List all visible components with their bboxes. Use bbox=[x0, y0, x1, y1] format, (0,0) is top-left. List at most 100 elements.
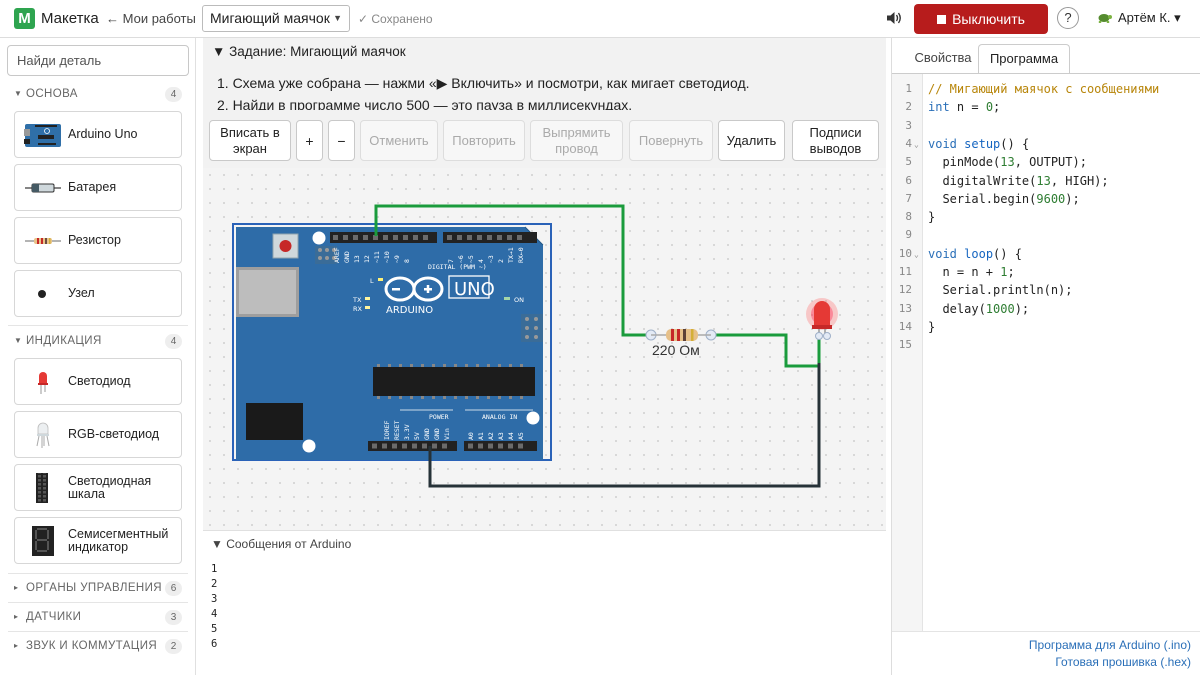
wire-signal-led[interactable] bbox=[708, 333, 821, 368]
power-analog-pin-label: A4 bbox=[507, 432, 515, 440]
category-count: 3 bbox=[165, 610, 182, 625]
project-name: Мигающий маячок bbox=[210, 10, 330, 26]
straighten-wire-button[interactable]: Выпрямить провод bbox=[530, 120, 623, 161]
part-label: Резистор bbox=[68, 233, 121, 247]
led-component[interactable] bbox=[806, 298, 838, 340]
code-line[interactable]: 11 n = n + 1; bbox=[892, 263, 1200, 281]
line-number: 2 bbox=[905, 100, 912, 114]
category-count: 4 bbox=[165, 87, 182, 102]
serial-monitor-title[interactable]: ▼ Сообщения от Arduino bbox=[211, 537, 351, 551]
code-editor[interactable]: 1 // Мигающий маячок с сообщениями 2 int n … bbox=[892, 74, 1200, 631]
part-label: Семисегментный индикатор bbox=[68, 527, 169, 554]
divider bbox=[8, 325, 188, 326]
microcontroller-chip-icon bbox=[373, 367, 535, 396]
redo-button[interactable]: Повторить bbox=[443, 120, 525, 161]
chevron-down-icon: ▼ bbox=[333, 13, 342, 23]
project-select[interactable]: Мигающий маячок ▼ bbox=[202, 5, 350, 32]
digital-pin-label: ~5 bbox=[467, 255, 475, 263]
tx-led-label: TX bbox=[352, 296, 362, 304]
part-label: Светодиодная шкала bbox=[68, 474, 152, 501]
task-panel[interactable]: ▼ Задание: Мигающий маячок 1. Схема уже … bbox=[203, 38, 886, 110]
zoom-out-button[interactable]: − bbox=[328, 120, 355, 161]
category-osnova[interactable]: ▼ ОСНОВА 4 bbox=[0, 84, 196, 106]
category-organy-upravleniya[interactable]: ▸ ОРГАНЫ УПРАВЛЕНИЯ 6 bbox=[0, 578, 196, 600]
arduino-uno-board[interactable]: AREF GND 13 12 ~11 ~10 ~9 8 7 ~6 ~5 4 ~3… bbox=[232, 223, 552, 461]
pin-labels-button[interactable]: Подписи выводов bbox=[792, 120, 879, 161]
line-number: 6 bbox=[905, 173, 912, 187]
task-title[interactable]: ▼ Задание: Мигающий маячок bbox=[212, 44, 406, 59]
fold-chevron-icon[interactable]: ⌄ bbox=[914, 136, 919, 154]
part-seven-segment[interactable]: Семисегментный индикатор bbox=[14, 517, 182, 564]
my-projects-link[interactable]: ← Мои работы bbox=[106, 11, 196, 26]
serial-line: 1 bbox=[211, 563, 218, 575]
category-indikaciya[interactable]: ▼ ИНДИКАЦИЯ 4 bbox=[0, 331, 196, 353]
code-text: delay(1000); bbox=[928, 301, 1030, 316]
part-battery[interactable]: Батарея bbox=[14, 164, 182, 211]
user-menu[interactable]: Артём К. ▾ bbox=[1096, 10, 1181, 26]
code-line[interactable]: 6 digitalWrite(13, HIGH); bbox=[892, 172, 1200, 190]
part-led-bar[interactable]: Светодиодная шкала bbox=[14, 464, 182, 511]
part-rgb-led[interactable]: RGB-светодиод bbox=[14, 411, 182, 458]
code-line[interactable]: 7 Serial.begin(9600); bbox=[892, 190, 1200, 208]
part-arduino-uno[interactable]: Arduino Uno bbox=[14, 111, 182, 158]
code-line[interactable]: 13 delay(1000); bbox=[892, 300, 1200, 318]
power-analog-pin-label: GND bbox=[423, 428, 431, 440]
caret-right-icon: ▸ bbox=[14, 612, 19, 621]
l-led-label: L bbox=[370, 277, 374, 285]
code-line[interactable]: 1 // Мигающий маячок с сообщениями bbox=[892, 80, 1200, 98]
circuit-drawing: AREF GND 13 12 ~11 ~10 ~9 8 7 ~6 ~5 4 ~3… bbox=[232, 204, 838, 488]
circuit-canvas[interactable]: AREF GND 13 12 ~11 ~10 ~9 8 7 ~6 ~5 4 ~3… bbox=[203, 168, 886, 530]
category-datchiki[interactable]: ▸ ДАТЧИКИ 3 bbox=[0, 607, 196, 629]
line-number: 5 bbox=[905, 155, 912, 169]
task-step: 1. Схема уже собрана — нажми «▶ Включить… bbox=[217, 75, 750, 91]
code-line[interactable]: 5 pinMode(13, OUTPUT); bbox=[892, 153, 1200, 171]
tab-properties[interactable]: Свойства bbox=[900, 44, 986, 74]
code-line[interactable]: 15 bbox=[892, 336, 1200, 354]
code-line[interactable]: 2 int n = 0; bbox=[892, 98, 1200, 116]
code-line[interactable]: 9 bbox=[892, 226, 1200, 244]
download-hex-link[interactable]: Готовая прошивка (.hex) bbox=[1055, 655, 1191, 669]
divider bbox=[8, 602, 188, 603]
app-logo-icon[interactable]: М bbox=[14, 8, 35, 29]
undo-button[interactable]: Отменить bbox=[360, 120, 438, 161]
analog-header-label: ANALOG IN bbox=[482, 413, 517, 421]
category-zvuk-i-kommutaciya[interactable]: ▸ ЗВУК И КОММУТАЦИЯ 2 bbox=[0, 636, 196, 658]
power-analog-pin-label: RESET bbox=[393, 420, 401, 440]
part-label: Узел bbox=[68, 286, 95, 300]
category-count: 2 bbox=[165, 639, 182, 654]
canvas-toolbar: Вписать в экран + − Отменить Повторить Вы… bbox=[203, 110, 886, 168]
code-text: void loop() { bbox=[928, 246, 1022, 261]
code-line[interactable]: 10 ⌄ void loop() { bbox=[892, 245, 1200, 263]
part-resistor[interactable]: Резистор bbox=[14, 217, 182, 264]
power-analog-pin-label: A5 bbox=[517, 432, 525, 440]
power-off-button[interactable]: Выключить bbox=[914, 4, 1048, 34]
serial-output: 1 2 3 4 5 6 bbox=[211, 562, 217, 652]
line-number: 12 bbox=[898, 283, 912, 297]
code-text: Serial.begin(9600); bbox=[928, 191, 1080, 206]
digital-pin-label: 8 bbox=[403, 259, 411, 263]
code-line[interactable]: 3 bbox=[892, 117, 1200, 135]
code-line[interactable]: 4 ⌄ void setup() { bbox=[892, 135, 1200, 153]
download-ino-link[interactable]: Программа для Arduino (.ino) bbox=[1029, 638, 1191, 652]
code-line[interactable]: 12 Serial.println(n); bbox=[892, 281, 1200, 299]
code-text: void setup() { bbox=[928, 136, 1030, 151]
resistor-220-ohm[interactable] bbox=[645, 329, 717, 341]
fit-to-screen-button[interactable]: Вписать в экран bbox=[209, 120, 291, 161]
line-number: 1 bbox=[905, 82, 912, 95]
tab-program[interactable]: Программа bbox=[978, 44, 1070, 74]
part-led[interactable]: Светодиод bbox=[14, 358, 182, 405]
zoom-in-button[interactable]: + bbox=[296, 120, 323, 161]
code-text: n = n + 1; bbox=[928, 265, 1015, 279]
fold-chevron-icon[interactable]: ⌄ bbox=[914, 246, 919, 264]
part-search-input[interactable] bbox=[7, 45, 189, 76]
code-text: } bbox=[928, 319, 936, 334]
code-line[interactable]: 14} bbox=[892, 318, 1200, 336]
rotate-button[interactable]: Повернуть bbox=[629, 120, 713, 161]
part-node[interactable]: Узел bbox=[14, 270, 182, 317]
help-button[interactable]: ? bbox=[1057, 7, 1079, 29]
caret-down-icon: ▼ bbox=[14, 89, 22, 98]
code-line[interactable]: 8} bbox=[892, 208, 1200, 226]
caret-right-icon: ▸ bbox=[14, 641, 19, 650]
sound-toggle-button[interactable] bbox=[884, 8, 904, 28]
delete-button[interactable]: Удалить bbox=[718, 120, 785, 161]
